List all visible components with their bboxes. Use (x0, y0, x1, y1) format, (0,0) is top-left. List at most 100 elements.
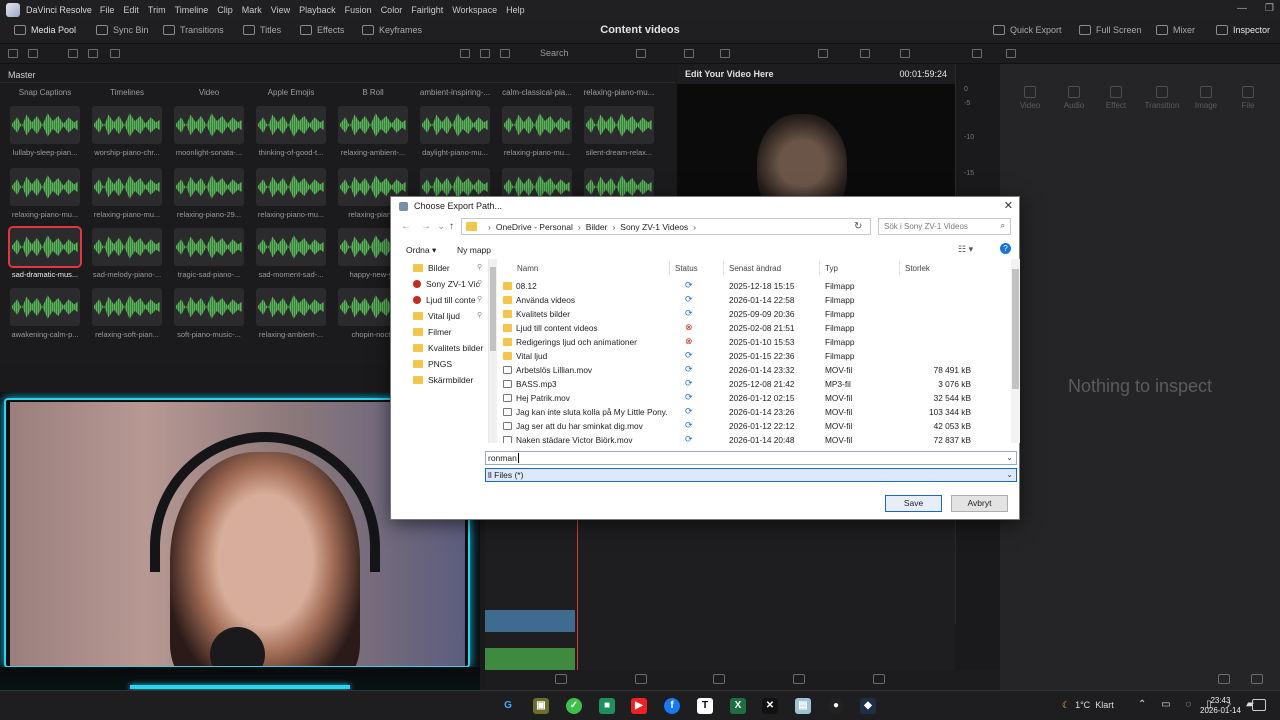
audio-clip-thumbnail[interactable] (174, 228, 244, 266)
viewer-mode-icon[interactable] (684, 49, 694, 58)
menu-view[interactable]: View (271, 5, 290, 15)
audio-clip-thumbnail[interactable] (174, 168, 244, 206)
clip-name[interactable]: tragic-sad-piano-... (168, 270, 250, 279)
breadcrumb-item[interactable]: Bilder (586, 222, 608, 232)
menu-workspace[interactable]: Workspace (452, 5, 497, 15)
bin-label[interactable]: B Roll (332, 88, 414, 97)
file-explorer-icon[interactable]: ▤ (795, 698, 811, 714)
column-name[interactable]: Namn (517, 264, 538, 273)
clip-icon[interactable] (88, 49, 98, 58)
tab-video[interactable]: Video (1008, 86, 1052, 110)
cancel-button[interactable]: Avbryt (951, 495, 1008, 512)
file-name-field[interactable]: ronman ⌄ (485, 451, 1017, 465)
deliver-page-icon[interactable] (873, 674, 885, 684)
clip-name[interactable]: sad-melody-piano-... (86, 270, 168, 279)
file-type-select[interactable]: ll Files (*) ⌄ (485, 468, 1017, 482)
menu-trim[interactable]: Trim (148, 5, 166, 15)
pin-icon[interactable]: ⚲ (477, 279, 482, 287)
youtube-icon[interactable]: ▶ (631, 698, 647, 714)
speaker-icon[interactable] (972, 49, 982, 58)
file-row[interactable]: Jag ser att du har sminkat dig.mov ⟳ 2026-… (503, 419, 1003, 433)
chevron-down-icon[interactable]: ⌄ (1006, 470, 1013, 479)
facebook-icon[interactable]: f (664, 698, 680, 714)
audio-clip-thumbnail[interactable] (502, 106, 572, 144)
refresh-icon[interactable]: ↻ (854, 221, 862, 232)
inspector-toggle-icon[interactable] (1006, 49, 1016, 58)
smart-bin-icon[interactable] (110, 49, 120, 58)
nav-item[interactable]: Bilder (413, 261, 450, 275)
new-folder-button[interactable]: Ny mapp (457, 245, 491, 255)
close-icon[interactable]: ✕ (1004, 199, 1013, 212)
edit-page-icon[interactable] (635, 674, 647, 684)
column-divider[interactable] (899, 261, 900, 275)
list-view-icon[interactable] (480, 49, 490, 58)
transitions-button[interactable]: Transitions (163, 25, 224, 35)
column-divider[interactable] (819, 261, 820, 275)
pin-icon[interactable]: ⚲ (477, 263, 482, 271)
app-icon[interactable]: ✓ (566, 698, 582, 714)
clip-name[interactable]: relaxing-ambient-... (250, 330, 332, 339)
help-icon[interactable]: ? (1000, 243, 1011, 254)
breadcrumb-item[interactable]: OneDrive - Personal (496, 222, 573, 232)
audio-clip-thumbnail[interactable] (174, 106, 244, 144)
forward-arrow-icon[interactable]: → (421, 221, 431, 232)
audio-clip[interactable] (485, 648, 575, 670)
nav-scrollbar[interactable] (489, 259, 497, 443)
file-row[interactable]: Ljud till content videos ⊗ 2025-02-08 21:5… (503, 321, 1003, 335)
file-row[interactable]: Jag kan inte sluta kolla på My Little Po… (503, 405, 1003, 419)
scroll-thumb[interactable] (1012, 269, 1019, 389)
notification-icon[interactable] (1252, 699, 1266, 711)
playhead[interactable] (577, 520, 578, 680)
app-icon[interactable]: ▣ (533, 698, 549, 714)
audio-clip-thumbnail[interactable] (92, 106, 162, 144)
audio-clip-thumbnail[interactable] (338, 106, 408, 144)
address-bar[interactable]: › OneDrive - Personal › Bilder › Sony ZV… (461, 218, 871, 235)
column-modified[interactable]: Senast ändrad (729, 264, 781, 273)
effects-button[interactable]: Effects (300, 25, 344, 35)
column-divider[interactable] (723, 261, 724, 275)
audio-clip-thumbnail[interactable] (10, 168, 80, 206)
audio-clip-thumbnail[interactable] (256, 288, 326, 326)
organize-button[interactable]: Ordna ▾ (406, 245, 436, 256)
nav-item[interactable]: Skärmbilder (413, 373, 473, 387)
list-scrollbar[interactable] (1011, 259, 1020, 443)
menu-file[interactable]: File (100, 5, 115, 15)
clip-name[interactable]: awakening-calm-p... (4, 330, 86, 339)
tab-file[interactable]: File (1226, 86, 1270, 110)
video-clip[interactable] (485, 610, 575, 632)
tab-audio[interactable]: Audio (1052, 86, 1096, 110)
menu-edit[interactable]: Edit (123, 5, 139, 15)
viewer-layout-icon[interactable] (720, 49, 730, 58)
column-status[interactable]: Status (675, 264, 698, 273)
tab-effect[interactable]: Effect (1094, 86, 1138, 110)
clip-name[interactable]: daylight-piano-mu... (414, 148, 496, 157)
bin-label[interactable]: relaxing-piano-mu... (578, 88, 660, 97)
app-icon[interactable]: ■ (599, 698, 615, 714)
recent-chevron-icon[interactable]: ⌄ (437, 221, 445, 232)
clip-name[interactable]: worship-piano-chr... (86, 148, 168, 157)
file-row[interactable]: BASS.mp3 ⟳ 2025-12-08 21:42 MP3-fil 3 076 kB (503, 377, 1003, 391)
bin-label[interactable]: Snap Captions (4, 88, 86, 97)
view-options-icon[interactable]: ☷ ▾ (958, 244, 973, 255)
nav-item[interactable]: PNGS (413, 357, 452, 371)
audio-clip-thumbnail[interactable] (256, 168, 326, 206)
menu-fairlight[interactable]: Fairlight (411, 5, 443, 15)
clip-name[interactable]: relaxing-piano-mu... (4, 210, 86, 219)
audio-clip-thumbnail[interactable] (256, 106, 326, 144)
grid-icon[interactable] (28, 49, 38, 58)
nav-item[interactable]: Sony ZV-1 Vic (413, 277, 480, 291)
clip-name[interactable]: sad-moment-sad-... (250, 270, 332, 279)
bin-label[interactable]: Timelines (86, 88, 168, 97)
quick-export-button[interactable]: Quick Export (993, 25, 1062, 35)
app-icon[interactable]: ● (828, 698, 844, 714)
nav-item[interactable]: Vital ljud (413, 309, 460, 323)
back-arrow-icon[interactable]: ← (401, 221, 411, 232)
column-type[interactable]: Typ (825, 264, 838, 273)
fusion-page-icon[interactable] (713, 674, 725, 684)
menu-timeline[interactable]: Timeline (175, 5, 209, 15)
excel-icon[interactable]: X (730, 698, 746, 714)
audio-clip-thumbnail[interactable] (174, 288, 244, 326)
file-row[interactable]: 08.12 ⟳ 2025-12-18 15:15 Filmapp (503, 279, 1003, 293)
metadata-view-icon[interactable] (500, 49, 510, 58)
settings-icon[interactable] (1251, 674, 1263, 684)
